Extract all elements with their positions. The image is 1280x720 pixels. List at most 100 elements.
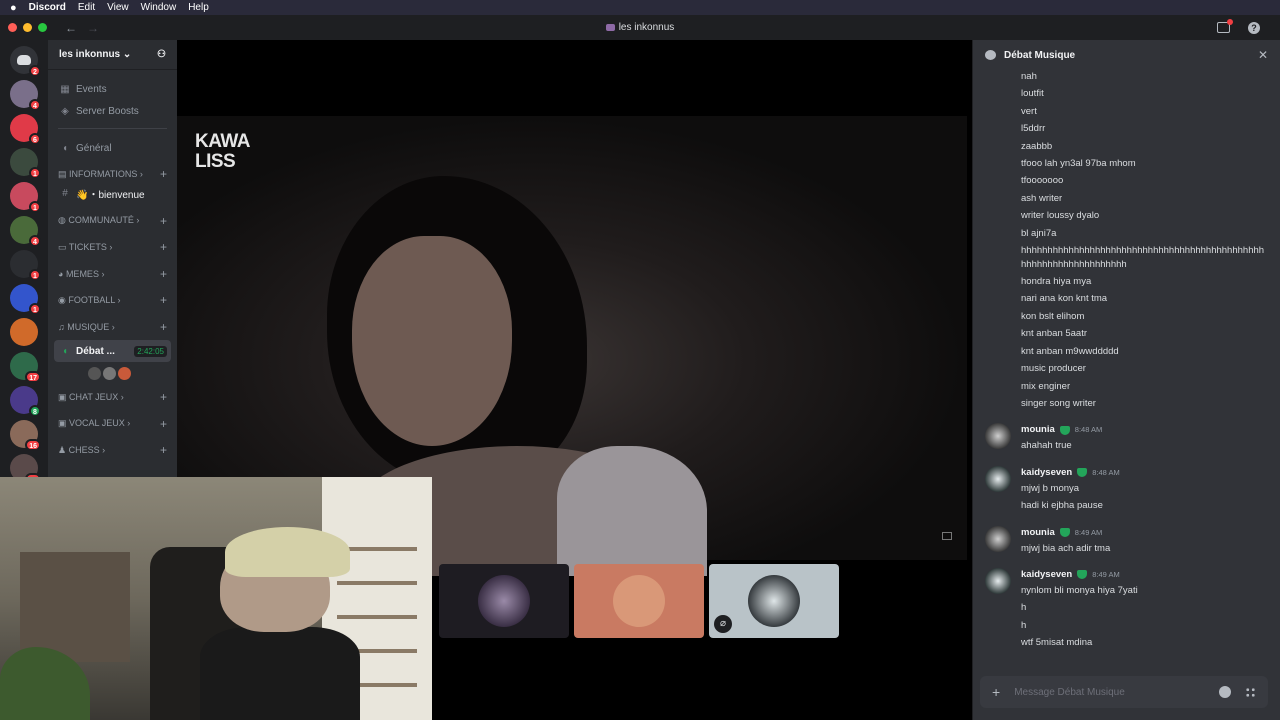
message-line: singer song writer <box>1021 397 1096 409</box>
message-list: nah loutfit vert l5ddrr zaabbb tfooo lah… <box>973 68 1280 652</box>
channel-events[interactable]: ▦ Events <box>48 78 177 100</box>
message-line: tfooooooo <box>1021 175 1064 187</box>
message-line: hadi ki ejbha pause <box>1021 500 1103 512</box>
menu-edit[interactable]: Edit <box>78 2 95 13</box>
category-chat-jeux[interactable]: ▣ CHAT JEUX › + <box>48 384 177 411</box>
channel-label: Débat ... <box>76 345 115 357</box>
server-icon-8[interactable] <box>10 318 38 346</box>
apple-icon[interactable]: ● <box>10 2 17 14</box>
author-name[interactable]: kaidyseven <box>1021 466 1072 480</box>
category-label: ▤ INFORMATIONS › <box>58 168 143 179</box>
category-communaute[interactable]: ◍ COMMUNAUTÉ › + <box>48 208 177 235</box>
help-icon[interactable]: ? <box>1248 21 1260 34</box>
server-icon-1[interactable]: 4 <box>10 80 41 111</box>
direct-messages-button[interactable]: 2 <box>10 46 41 77</box>
avatar[interactable] <box>985 525 1011 552</box>
video-subject-sweater <box>557 446 707 576</box>
server-icon-les-inkonnus[interactable]: 8 <box>10 386 41 417</box>
message-line: ash writer <box>1021 192 1063 204</box>
message-line: bl ajni7a <box>1021 227 1057 239</box>
channel-bienvenue[interactable]: # 👋・bienvenue <box>48 188 177 201</box>
avatar <box>748 575 800 627</box>
notification-badge: 16 <box>25 439 41 451</box>
close-icon[interactable]: ✕ <box>1258 48 1268 62</box>
category-label: ♫ MUSIQUE › <box>58 321 115 332</box>
emoji-icon[interactable] <box>1219 686 1231 698</box>
server-icon-5[interactable]: 4 <box>10 216 41 247</box>
add-channel-icon[interactable]: + <box>160 267 167 281</box>
menu-help[interactable]: Help <box>188 2 209 13</box>
add-channel-icon[interactable]: + <box>160 320 167 334</box>
webcam-wall-frames <box>20 552 130 662</box>
add-attachment-icon[interactable]: + <box>992 684 1000 700</box>
participant-tile[interactable] <box>574 564 704 638</box>
calendar-icon: ▦ <box>60 83 70 95</box>
add-channel-icon[interactable]: + <box>160 240 167 254</box>
server-icon-11[interactable]: 16 <box>10 420 41 451</box>
author-name[interactable]: mounia <box>1021 423 1055 437</box>
add-channel-icon[interactable]: + <box>160 443 167 457</box>
notification-badge: 4 <box>29 235 41 247</box>
channel-general[interactable]: ◖ Général <box>48 135 177 161</box>
category-memes[interactable]: ◕ MEMES › + <box>48 261 177 288</box>
server-icon-6[interactable]: 1 <box>10 250 41 281</box>
category-musique[interactable]: ♫ MUSIQUE › + <box>48 314 177 341</box>
notification-badge: 17 <box>25 371 41 383</box>
menu-app-name[interactable]: Discord <box>29 2 66 13</box>
add-channel-icon[interactable]: + <box>160 390 167 404</box>
voice-participants <box>48 362 177 384</box>
add-channel-icon[interactable]: + <box>160 167 167 181</box>
avatar[interactable] <box>985 567 1011 594</box>
message-group: kaidyseven 8:48 AM mjwj b monya hadi ki e… <box>985 465 1268 515</box>
server-icon-7[interactable]: 1 <box>10 284 41 315</box>
notification-badge: 4 <box>29 99 41 111</box>
fullscreen-icon[interactable] <box>942 532 952 540</box>
menu-view[interactable]: View <box>107 2 129 13</box>
category-label: ♟ CHESS › <box>58 444 106 455</box>
server-icon-9[interactable]: 17 <box>10 352 41 383</box>
message-line: ahahah true <box>1021 440 1072 452</box>
voice-duration: 2:42:05 <box>134 345 167 357</box>
participant-tile[interactable]: ⌀ <box>709 564 839 638</box>
add-channel-icon[interactable]: + <box>160 214 167 228</box>
menu-window[interactable]: Window <box>141 2 177 13</box>
avatar[interactable] <box>985 423 1011 450</box>
window-title-text: les inkonnus <box>618 22 675 33</box>
avatar[interactable] <box>103 366 116 380</box>
participant-tile[interactable] <box>439 564 569 638</box>
channel-server-boosts[interactable]: ◈ Server Boosts <box>48 100 177 122</box>
message-input[interactable]: Message Débat Musique <box>1014 687 1125 698</box>
video-subject-face <box>352 236 512 446</box>
category-chess[interactable]: ♟ CHESS › + <box>48 437 177 464</box>
avatar[interactable] <box>88 366 101 380</box>
server-icon-4[interactable]: 1 <box>10 182 41 213</box>
message-composer[interactable]: + Message Débat Musique <box>980 676 1268 708</box>
message-line: music producer <box>1021 363 1086 375</box>
category-informations[interactable]: ▤ INFORMATIONS › + <box>48 161 177 188</box>
category-football[interactable]: ◉ FOOTBALL › + <box>48 287 177 314</box>
role-icon <box>1059 425 1070 435</box>
add-channel-icon[interactable]: + <box>160 293 167 307</box>
author-name[interactable]: kaidyseven <box>1021 568 1072 582</box>
message-timestamp: 8:49 AM <box>1074 527 1103 537</box>
channel-sidebar: les inkonnus ⌄ ⚇ ▦ Events ◈ Server Boosts … <box>48 40 177 477</box>
category-label: ◕ MEMES › <box>58 268 105 279</box>
voice-channel-debat-musique[interactable]: ◖ Débat ... 2:42:05 <box>54 340 171 362</box>
message-line: zaabbb <box>1021 140 1053 152</box>
channel-label: Général <box>76 142 112 154</box>
inbox-icon[interactable] <box>1217 18 1233 33</box>
avatar[interactable] <box>985 465 1011 492</box>
category-label: ◉ FOOTBALL › <box>58 294 121 305</box>
server-header[interactable]: les inkonnus ⌄ ⚇ <box>48 40 177 70</box>
add-channel-icon[interactable]: + <box>160 417 167 431</box>
category-vocal-jeux[interactable]: ▣ VOCAL JEUX › + <box>48 411 177 438</box>
role-icon <box>1059 528 1070 538</box>
server-icon-2[interactable]: 6 <box>10 114 41 145</box>
category-label: ▭ TICKETS › <box>58 241 113 252</box>
avatar[interactable] <box>118 366 131 380</box>
category-tickets[interactable]: ▭ TICKETS › + <box>48 234 177 261</box>
apps-icon[interactable] <box>1245 686 1256 698</box>
add-member-icon[interactable]: ⚇ <box>157 49 166 60</box>
server-icon-3[interactable]: 1 <box>10 148 41 179</box>
author-name[interactable]: mounia <box>1021 526 1055 540</box>
